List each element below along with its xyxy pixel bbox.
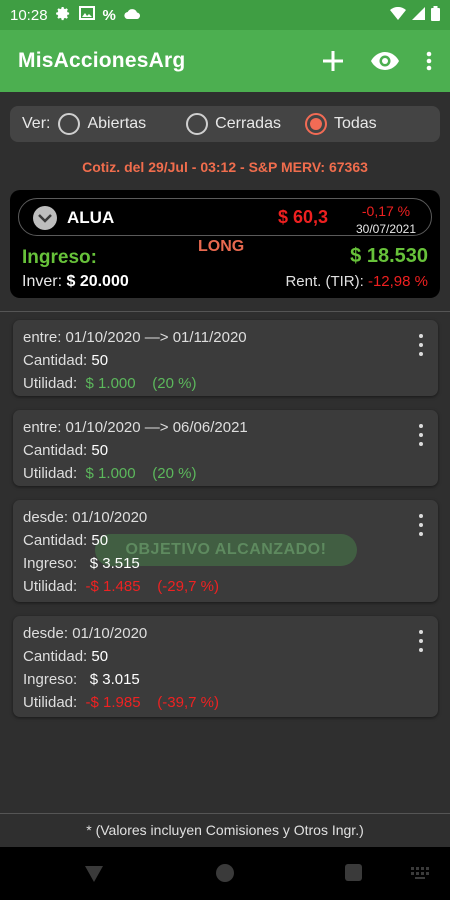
ingreso-label: Ingreso:	[22, 247, 97, 268]
plus-icon	[323, 51, 343, 71]
ingreso-row: Ingreso: $ 3.515	[23, 555, 140, 572]
card-menu-button[interactable]	[414, 630, 428, 652]
cantidad-value: 50	[91, 648, 109, 665]
utilidad-percent: (-29,7 %)	[157, 578, 219, 595]
cantidad-label: Cantidad:	[23, 352, 88, 369]
operation-dates: desde: 01/10/2020	[23, 625, 148, 642]
ingreso-value: $ 3.015	[89, 671, 140, 688]
card-menu-button[interactable]	[414, 424, 428, 446]
rentabilidad: Rent. (TIR): -12,98 %	[285, 273, 428, 290]
ingreso-row: Ingreso: $ 3.015	[23, 671, 140, 688]
radio-label-abiertas: Abiertas	[87, 115, 147, 132]
overflow-menu-button[interactable]	[426, 51, 432, 71]
filter-label: Ver:	[22, 115, 51, 132]
utilidad-row: Utilidad: -$ 1.485 (-29,7 %)	[23, 578, 219, 595]
radio-cerradas[interactable]: Cerradas	[186, 113, 287, 135]
operation-card[interactable]: desde: 01/10/2020 Cantidad: 50 Ingreso: …	[13, 616, 438, 717]
home-icon[interactable]	[216, 864, 234, 882]
rent-value: -12,98 %	[367, 273, 428, 290]
utilidad-label: Utilidad:	[23, 578, 78, 595]
status-percent: %	[102, 6, 116, 24]
ticker-symbol: ALUA	[67, 208, 115, 227]
utilidad-label: Utilidad:	[23, 465, 78, 482]
footer-note: * (Valores incluyen Comisiones y Otros I…	[0, 813, 450, 847]
app-title: MisAccionesArg	[18, 49, 186, 72]
radio-label-cerradas: Cerradas	[215, 115, 281, 132]
current-price: $ 60,3	[278, 207, 329, 227]
utilidad-label: Utilidad:	[23, 694, 78, 711]
ingreso-label: Ingreso:	[23, 671, 78, 688]
system-nav-bar	[0, 847, 450, 900]
cantidad-value: 50	[91, 532, 109, 549]
status-bar: 10:28 %	[0, 0, 450, 30]
radio-circle	[58, 113, 81, 135]
ingreso-label: Ingreso:	[23, 555, 78, 572]
photo-icon	[78, 6, 95, 24]
inver-label: Inver:	[22, 273, 63, 290]
recents-icon[interactable]	[345, 864, 362, 881]
utilidad-row: Utilidad: -$ 1.985 (-39,7 %)	[23, 694, 219, 711]
chevron-down-icon[interactable]	[33, 206, 57, 230]
keyboard-icon[interactable]	[410, 866, 430, 885]
cantidad-row: Cantidad: 50	[23, 442, 108, 459]
filter-bar: Ver: Abiertas Cerradas Todas	[10, 106, 440, 142]
back-icon[interactable]	[84, 865, 104, 888]
card-menu-button[interactable]	[414, 514, 428, 536]
utilidad-percent: (-39,7 %)	[157, 694, 219, 711]
cantidad-label: Cantidad:	[23, 532, 88, 549]
utilidad-row: Utilidad: $ 1.000 (20 %)	[23, 375, 196, 392]
add-button[interactable]	[322, 50, 344, 72]
radio-abiertas[interactable]: Abiertas	[58, 113, 152, 135]
rent-label: Rent. (TIR):	[285, 273, 364, 290]
cantidad-row: Cantidad: 50	[23, 352, 108, 369]
app-bar: MisAccionesArg	[0, 30, 450, 92]
utilidad-percent: (20 %)	[152, 465, 197, 482]
position-type: LONG	[198, 238, 245, 255]
operation-dates: desde: 01/10/2020	[23, 509, 148, 526]
price-variation: -0,17 %	[361, 203, 411, 219]
operation-card[interactable]: entre: 01/10/2020 —> 06/06/2021 Cantidad…	[13, 410, 438, 486]
radio-todas[interactable]: Todas	[304, 113, 383, 135]
status-time: 10:28	[10, 6, 48, 24]
cantidad-label: Cantidad:	[23, 442, 88, 459]
cloud-icon	[124, 7, 140, 24]
utilidad-value: -$ 1.485	[85, 578, 141, 595]
radio-circle	[186, 113, 209, 135]
wifi-icon	[390, 6, 406, 24]
ticker-header[interactable]: ALUA $ 60,3 -0,17 % 30/07/2021	[18, 198, 432, 236]
ingreso-value: $ 3.515	[89, 555, 140, 572]
cantidad-row: Cantidad: 50	[23, 532, 108, 549]
signal-icon	[412, 6, 425, 24]
more-vert-icon	[426, 51, 432, 71]
operation-dates: entre: 01/10/2020 —> 06/06/2021	[23, 419, 248, 436]
cantidad-row: Cantidad: 50	[23, 648, 108, 665]
view-toggle-button[interactable]	[370, 51, 400, 71]
gear-icon	[55, 6, 71, 25]
divider	[0, 311, 450, 312]
utilidad-label: Utilidad:	[23, 375, 78, 392]
operation-dates: entre: 01/10/2020 —> 01/11/2020	[23, 329, 247, 346]
card-menu-button[interactable]	[414, 334, 428, 356]
radio-label-todas: Todas	[333, 115, 377, 132]
operation-card[interactable]: OBJETIVO ALCANZADO! desde: 01/10/2020 Ca…	[13, 500, 438, 602]
cantidad-value: 50	[91, 352, 109, 369]
utilidad-row: Utilidad: $ 1.000 (20 %)	[23, 465, 196, 482]
quote-line: Cotiz. del 29/Jul - 03:12 - S&P MERV: 67…	[82, 159, 368, 175]
utilidad-value: -$ 1.985	[85, 694, 141, 711]
cantidad-label: Cantidad:	[23, 648, 88, 665]
radio-circle	[304, 113, 327, 135]
inversion: Inver: $ 20.000	[22, 273, 129, 291]
utilidad-percent: (20 %)	[152, 375, 197, 392]
utilidad-value: $ 1.000	[85, 465, 136, 482]
quote-date: 30/07/2021	[355, 222, 417, 236]
operation-card[interactable]: entre: 01/10/2020 —> 01/11/2020 Cantidad…	[13, 320, 438, 396]
inver-value: $ 20.000	[66, 273, 129, 290]
battery-icon	[431, 5, 440, 25]
eye-icon	[371, 52, 399, 70]
position-summary[interactable]: ALUA $ 60,3 -0,17 % 30/07/2021 LONG Ingr…	[10, 190, 440, 298]
utilidad-value: $ 1.000	[85, 375, 136, 392]
ingreso-value: $ 18.530	[350, 245, 428, 267]
cantidad-value: 50	[91, 442, 109, 459]
